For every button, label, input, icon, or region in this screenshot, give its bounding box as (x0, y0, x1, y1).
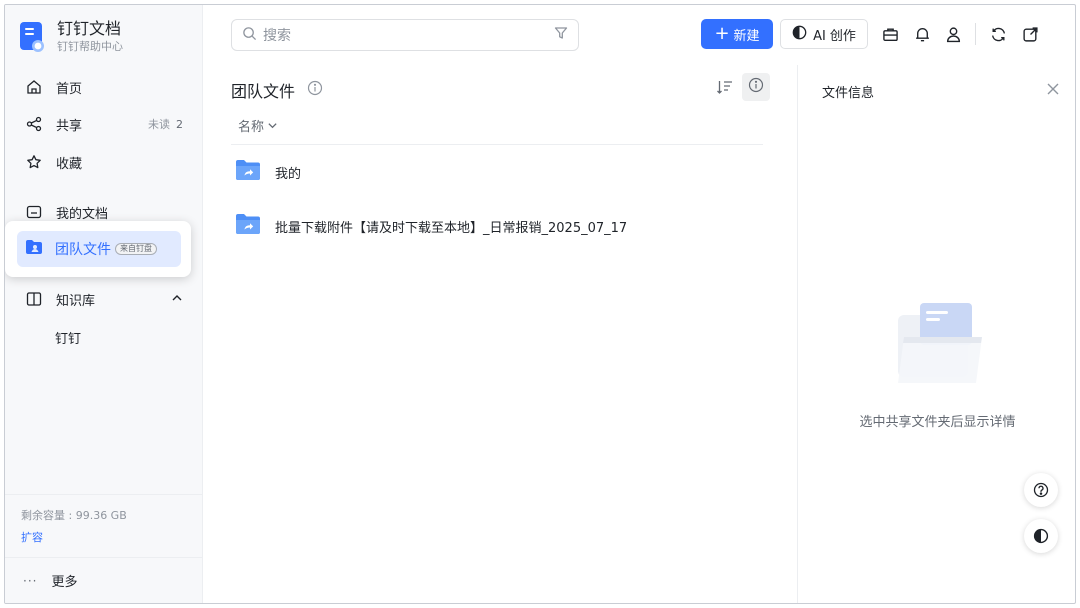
help-icon (1033, 482, 1049, 498)
more-button[interactable]: ··· 更多 (5, 557, 202, 603)
active-item-highlight: 团队文件 来自钉盘 (5, 221, 191, 277)
filter-icon[interactable] (554, 26, 568, 44)
knowledge-item[interactable]: 钉钉 (55, 328, 81, 347)
chevron-down-icon (268, 123, 277, 129)
source-tag: 来自钉盘 (115, 243, 157, 255)
dingtalk-docs-logo-icon (19, 22, 45, 52)
book-icon (25, 290, 43, 308)
sync-icon[interactable] (988, 24, 1008, 44)
more-label: 更多 (51, 575, 78, 590)
sidebar-item-knowledge-base[interactable]: 知识库 (15, 283, 193, 315)
file-row[interactable]: 批量下载附件【请及时下载至本地】_日常报销_2025_07_17 (231, 204, 771, 248)
search-input[interactable]: 搜索 (231, 19, 579, 51)
page-title: 团队文件 (231, 82, 296, 101)
sort-icon[interactable] (716, 79, 734, 99)
storage-remaining: 剩余容量 : 99.36 GB (21, 509, 127, 522)
app-window: 钉钉文档 钉钉帮助中心 首页 共享 未读 2 收藏 我的文档 知识库 钉钉 剩余… (4, 4, 1076, 604)
help-button[interactable] (1024, 473, 1058, 507)
file-name: 我的 (275, 166, 302, 182)
details-panel: 文件信息 选中共享文件夹后显示详情 (797, 65, 1075, 603)
sidebar-item-label: 共享 (56, 118, 83, 134)
sidebar-item-share[interactable]: 共享 未读 2 (15, 108, 193, 140)
expand-storage-link[interactable]: 扩容 (21, 529, 186, 545)
unread-badge: 未读 2 (148, 118, 183, 131)
external-link-icon[interactable] (1020, 24, 1040, 44)
brand-subtitle[interactable]: 钉钉帮助中心 (57, 39, 123, 55)
new-button-label: 新建 (733, 28, 760, 44)
sidebar-item-label: 收藏 (56, 156, 83, 172)
star-icon (25, 153, 43, 171)
details-toggle-button[interactable] (742, 73, 770, 101)
search-placeholder: 搜索 (263, 28, 291, 44)
sidebar-item-label: 知识库 (56, 293, 96, 309)
file-name: 批量下载附件【请及时下载至本地】_日常报销_2025_07_17 (275, 220, 628, 236)
sidebar-item-favorites[interactable]: 收藏 (15, 146, 193, 178)
home-icon (25, 78, 43, 96)
sidebar-item-label: 首页 (56, 81, 83, 97)
new-button[interactable]: + 新建 (701, 19, 773, 49)
sidebar: 钉钉文档 钉钉帮助中心 首页 共享 未读 2 收藏 我的文档 知识库 钉钉 剩余… (5, 5, 203, 603)
ai-icon (792, 25, 807, 44)
file-row[interactable]: 我的 (231, 150, 771, 194)
info-icon[interactable] (307, 80, 323, 100)
brand[interactable]: 钉钉文档 钉钉帮助中心 (19, 17, 123, 57)
close-icon[interactable] (1047, 83, 1059, 99)
share-icon (25, 115, 43, 133)
ai-create-button[interactable]: AI 创作 (780, 19, 868, 49)
sidebar-item-home[interactable]: 首页 (15, 71, 193, 103)
shared-folder-icon (235, 212, 261, 240)
brand-title: 钉钉文档 (57, 19, 122, 38)
empty-folder-illustration-icon (890, 301, 986, 395)
details-panel-title: 文件信息 (822, 86, 875, 101)
toolbar-divider (975, 23, 976, 45)
shared-folder-icon (235, 158, 261, 186)
ai-icon (1033, 528, 1049, 544)
more-dots-icon: ··· (23, 573, 38, 588)
sidebar-item-team-files[interactable]: 团队文件 来自钉盘 (17, 231, 181, 267)
folder-icon (25, 203, 43, 221)
search-icon (242, 26, 257, 45)
briefcase-icon[interactable] (880, 24, 900, 44)
chevron-up-icon[interactable] (171, 292, 183, 307)
bell-icon[interactable] (912, 24, 932, 44)
ai-assistant-button[interactable] (1024, 519, 1058, 553)
sidebar-item-label: 团队文件 (55, 242, 111, 258)
plus-icon: + (714, 23, 730, 44)
info-icon (748, 77, 764, 97)
header-divider (231, 144, 763, 145)
column-header-name[interactable]: 名称 (238, 116, 278, 135)
storage-section: 剩余容量 : 99.36 GB 扩容 (5, 494, 202, 557)
empty-state-text: 选中共享文件夹后显示详情 (859, 415, 1016, 430)
sidebar-item-label: 我的文档 (56, 206, 109, 222)
user-icon[interactable] (943, 24, 963, 44)
team-folder-icon (25, 238, 43, 260)
ai-create-label: AI 创作 (813, 28, 856, 44)
